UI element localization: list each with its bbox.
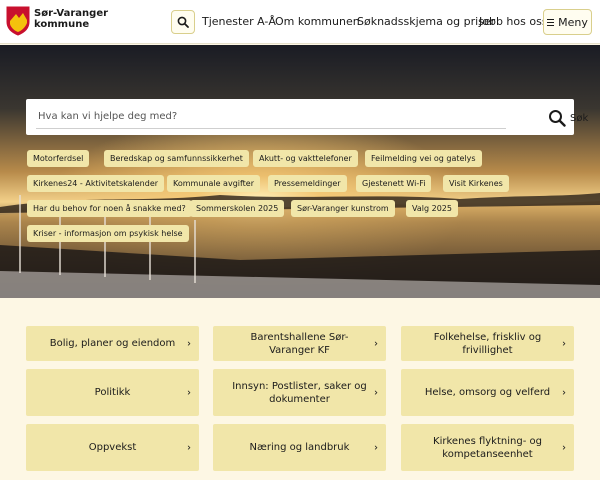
quick-link-chip[interactable]: Gjestenett Wi-Fi — [356, 175, 432, 192]
chevron-right-icon: › — [374, 387, 378, 398]
chevron-right-icon: › — [562, 442, 566, 453]
quick-link-chip[interactable]: Kriser - informasjon om psykisk helse — [27, 225, 189, 242]
site-search: Søk — [26, 99, 588, 135]
category-card[interactable]: Innsyn: Postlister, saker og dokumenter › — [213, 369, 386, 416]
chevron-right-icon: › — [562, 338, 566, 349]
search-submit-button[interactable]: Søk — [548, 108, 588, 128]
quick-link-chip[interactable]: Motorferdsel — [27, 150, 90, 167]
quick-link-chip[interactable]: Kirkenes24 - Aktivitetskalender — [27, 175, 165, 192]
quick-link-chip[interactable]: Akutt- og vakttelefoner — [253, 150, 358, 167]
header-search-button[interactable] — [171, 10, 195, 34]
nav-tjenester[interactable]: Tjenester A-Å — [202, 15, 276, 28]
quick-link-chip[interactable]: Valg 2025 — [406, 200, 458, 217]
category-label: Politikk — [94, 387, 131, 398]
category-label: Næring og landbruk — [249, 442, 350, 453]
quick-link-chip[interactable]: Pressemeldinger — [268, 175, 347, 192]
municipality-name[interactable]: Sør-Varanger kommune — [34, 8, 108, 30]
quick-link-chip[interactable]: Beredskap og samfunnssikkerhet — [104, 150, 249, 167]
category-label: Innsyn: Postlister, saker og dokumenter — [232, 380, 367, 405]
menu-button[interactable]: Meny — [543, 9, 592, 35]
category-card[interactable]: Oppvekst › — [26, 424, 199, 471]
logo-line2: kommune — [34, 19, 90, 30]
category-label: Helse, omsorg og velferd — [424, 387, 551, 398]
category-label: Barentshallene Sør-Varanger KF — [250, 331, 349, 356]
category-label: Kirkenes flyktning- og kompetanseenhet — [433, 435, 542, 460]
site-header: Sør-Varanger kommune Tjenester A-Å Om ko… — [0, 0, 600, 44]
quick-link-chip[interactable]: Sommerskolen 2025 — [190, 200, 285, 217]
search-icon — [549, 110, 566, 127]
quick-link-chip[interactable]: Kommunale avgifter — [167, 175, 261, 192]
logo-line1: Sør-Varanger — [34, 8, 109, 19]
chevron-right-icon: › — [187, 442, 191, 453]
nav-soknadsskjema[interactable]: Søknadsskjema og priser — [357, 15, 495, 28]
category-card[interactable]: Folkehelse, friskliv og frivillighet › — [401, 326, 574, 361]
menu-label: Meny — [558, 15, 588, 29]
quick-link-chip[interactable]: Feilmelding vei og gatelys — [365, 150, 482, 167]
search-submit-label: Søk — [570, 112, 589, 124]
nav-jobb[interactable]: Jobb hos oss! — [479, 15, 552, 28]
category-label: Bolig, planer og eiendom — [49, 338, 176, 349]
search-icon — [177, 16, 189, 28]
hero-section: Søk Motorferdsel Beredskap og samfunnssi… — [0, 45, 600, 298]
category-card[interactable]: Helse, omsorg og velferd › — [401, 369, 574, 416]
quick-link-chip[interactable]: Har du behov for noen å snakke med? — [27, 200, 192, 217]
quick-link-chip[interactable]: Sør-Varanger kunstrom — [291, 200, 395, 217]
chevron-right-icon: › — [374, 338, 378, 349]
category-card[interactable]: Kirkenes flyktning- og kompetanseenhet › — [401, 424, 574, 471]
chevron-right-icon: › — [374, 442, 378, 453]
category-card[interactable]: Bolig, planer og eiendom › — [26, 326, 199, 361]
category-card[interactable]: Politikk › — [26, 369, 199, 416]
category-card[interactable]: Næring og landbruk › — [213, 424, 386, 471]
search-input[interactable] — [36, 105, 506, 129]
category-label: Folkehelse, friskliv og frivillighet — [433, 331, 542, 356]
nav-om-kommunen[interactable]: Om kommunen — [275, 15, 360, 28]
chevron-right-icon: › — [187, 387, 191, 398]
category-label: Oppvekst — [88, 442, 137, 453]
hamburger-icon — [547, 18, 555, 26]
category-card[interactable]: Barentshallene Sør-Varanger KF › — [213, 326, 386, 361]
quick-link-chip[interactable]: Visit Kirkenes — [443, 175, 509, 192]
coat-of-arms-logo[interactable] — [6, 6, 30, 36]
chevron-right-icon: › — [187, 338, 191, 349]
sunset-background-image — [0, 45, 600, 298]
chevron-right-icon: › — [562, 387, 566, 398]
